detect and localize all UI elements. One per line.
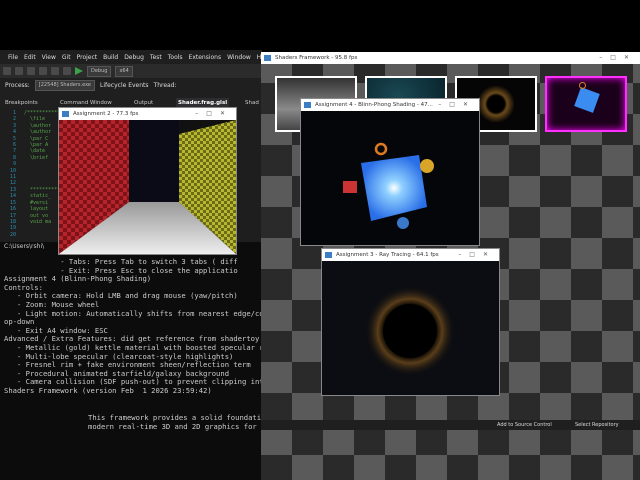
a4-app-icon bbox=[304, 102, 311, 108]
a3-app-icon bbox=[325, 252, 332, 258]
framework-title: Shaders Framework - 95.8 fps bbox=[275, 55, 358, 61]
vs-status-bar: Add to Source Control Select Repository bbox=[261, 420, 640, 430]
thumb-ring bbox=[579, 82, 586, 89]
a3-title: Assignment 3 - Ray Tracing - 64.1 fps bbox=[336, 252, 439, 258]
a2-app-icon bbox=[62, 111, 69, 117]
add-to-source-control-button[interactable]: Add to Source Control bbox=[497, 420, 552, 430]
back-icon[interactable] bbox=[3, 67, 11, 75]
app-icon bbox=[264, 55, 271, 61]
menu-build[interactable]: Build bbox=[103, 54, 118, 61]
configuration-select[interactable]: Debug bbox=[87, 65, 112, 77]
menu-test[interactable]: Test bbox=[150, 54, 162, 61]
thumb-plane bbox=[574, 87, 600, 113]
framework-titlebar[interactable]: Shaders Framework - 95.8 fps –□✕ bbox=[261, 52, 640, 64]
menu-tools[interactable]: Tools bbox=[168, 54, 183, 61]
assignment-2-window: Assignment 2 - 77.3 fps –□✕ bbox=[58, 107, 237, 255]
vs-toolbar: Debug x64 bbox=[0, 64, 262, 78]
a2-title: Assignment 2 - 77.3 fps bbox=[73, 111, 139, 117]
a2-titlebar[interactable]: Assignment 2 - 77.3 fps –□✕ bbox=[59, 108, 236, 120]
platform-select[interactable]: x64 bbox=[115, 65, 133, 77]
line-numbers: 1 2 3 4 5 6 7 8 9 10 11 12 13 14 15 16 17 18 19 20 bbox=[2, 110, 16, 238]
undo-icon[interactable] bbox=[51, 67, 59, 75]
lifecycle-events-button[interactable]: Lifecycle Events bbox=[100, 82, 149, 89]
forward-icon[interactable] bbox=[15, 67, 23, 75]
console-title: C:\Users\rshi\ bbox=[4, 243, 45, 250]
a2-window-controls[interactable]: –□✕ bbox=[195, 108, 233, 120]
a4-title: Assignment 4 - Blinn-Phong Shading - 47.… bbox=[315, 102, 433, 108]
menu-view[interactable]: View bbox=[42, 54, 56, 61]
menu-debug[interactable]: Debug bbox=[124, 54, 144, 61]
a3-scene bbox=[322, 261, 499, 395]
menu-extensions[interactable]: Extensions bbox=[189, 54, 222, 61]
save-icon[interactable] bbox=[39, 67, 47, 75]
a4-window-controls[interactable]: –□✕ bbox=[438, 99, 476, 111]
redo-icon[interactable] bbox=[63, 67, 71, 75]
window-controls[interactable]: –□✕ bbox=[599, 52, 637, 64]
process-label: Process: bbox=[5, 81, 30, 89]
select-repository-button[interactable]: Select Repository bbox=[575, 420, 619, 430]
a2-scene bbox=[59, 120, 236, 254]
process-select[interactable]: [22548] Shaders.exe bbox=[34, 79, 95, 91]
a4-scene bbox=[301, 111, 479, 245]
menu-git[interactable]: Git bbox=[62, 54, 71, 61]
a4-titlebar[interactable]: Assignment 4 - Blinn-Phong Shading - 47.… bbox=[301, 99, 479, 111]
assignment-4-window: Assignment 4 - Blinn-Phong Shading - 47.… bbox=[300, 98, 480, 246]
a3-titlebar[interactable]: Assignment 3 - Ray Tracing - 64.1 fps –□… bbox=[322, 249, 499, 261]
menu-window[interactable]: Window bbox=[227, 54, 251, 61]
tab-breakpoints[interactable]: Breakpoints bbox=[5, 98, 38, 108]
menu-project[interactable]: Project bbox=[77, 54, 98, 61]
thread-label: Thread: bbox=[153, 81, 177, 89]
new-file-icon[interactable] bbox=[27, 67, 35, 75]
assignment-3-window: Assignment 3 - Ray Tracing - 64.1 fps –□… bbox=[321, 248, 500, 396]
tab-thumbnail-assignment-4[interactable] bbox=[545, 76, 627, 132]
vs-menubar: File Edit View Git Project Build Debug T… bbox=[0, 50, 270, 64]
a3-window-controls[interactable]: –□✕ bbox=[458, 249, 496, 261]
continue-icon[interactable] bbox=[75, 67, 83, 75]
tab-shader-other[interactable]: Shad bbox=[245, 98, 259, 108]
menu-edit[interactable]: Edit bbox=[24, 54, 36, 61]
line-number: 20 bbox=[9, 231, 16, 238]
vs-process-bar: Process: [22548] Shaders.exe Lifecycle E… bbox=[0, 78, 262, 92]
menu-file[interactable]: File bbox=[8, 54, 18, 61]
